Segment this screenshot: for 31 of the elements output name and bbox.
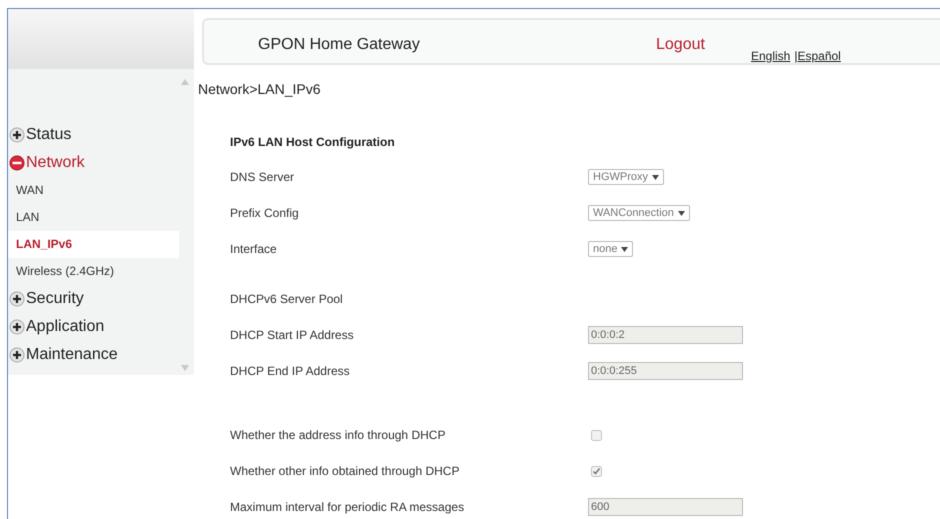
field-label: DNS Server <box>230 170 296 184</box>
language-link[interactable]: Español <box>797 49 841 63</box>
menu-item[interactable]: LAN <box>8 204 179 231</box>
menu-group[interactable]: Network <box>8 149 194 177</box>
menu-item[interactable]: LAN_IPv6 <box>8 231 179 258</box>
menu-group[interactable]: Status <box>8 121 194 149</box>
input-field[interactable]: 0:0:0:2 <box>588 326 743 344</box>
field-label: Maximum interval for periodic RA messages <box>230 500 466 514</box>
menu-group[interactable]: Security <box>8 285 194 313</box>
field-label: DHCP Start IP Address <box>230 328 355 342</box>
field-label: Whether the address info through DHCP <box>230 428 446 442</box>
menu-group[interactable]: Maintenance <box>8 341 194 369</box>
input-field[interactable]: 0:0:0:255 <box>588 362 743 380</box>
logout-link[interactable]: Logout <box>656 36 751 54</box>
menu-item[interactable]: WAN <box>8 177 179 204</box>
section-title: IPv6 LAN Host Configuration <box>230 135 396 151</box>
app-title: GPON Home Gateway <box>258 36 421 54</box>
field-label: Whether other info obtained through DHCP <box>230 464 460 478</box>
menu-group[interactable]: Application <box>8 313 194 341</box>
field-label: DHCP End IP Address <box>230 364 351 378</box>
breadcrumb: Network>LAN_IPv6 <box>198 81 322 97</box>
menu-item[interactable]: Wireless (2.4GHz) <box>8 258 179 285</box>
field-label: Interface <box>230 242 278 256</box>
dropdown[interactable]: HGWProxy <box>588 169 664 185</box>
language-link[interactable]: English <box>751 49 790 63</box>
dropdown[interactable]: WANConnection <box>588 205 690 221</box>
field-label: Prefix Config <box>230 206 300 220</box>
field-label: DHCPv6 Server Pool <box>230 292 344 306</box>
separator: | <box>794 49 798 63</box>
dropdown[interactable]: none <box>588 241 634 257</box>
input-field[interactable]: 600 <box>588 498 743 516</box>
